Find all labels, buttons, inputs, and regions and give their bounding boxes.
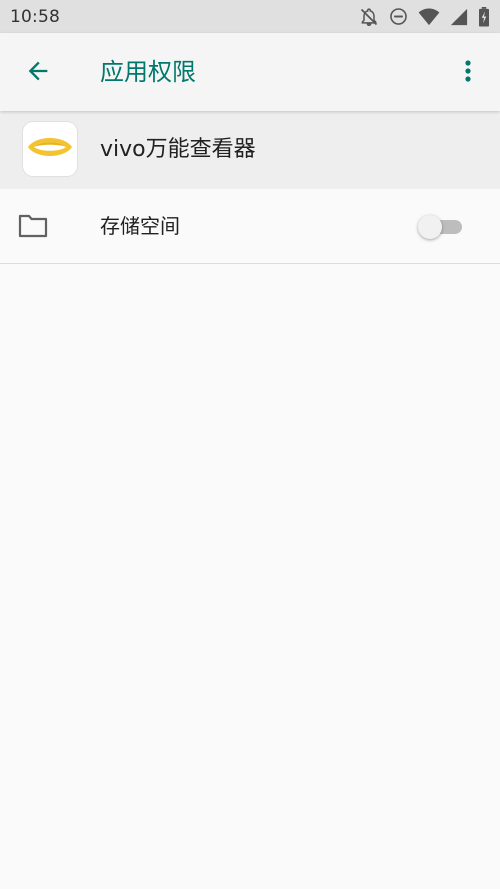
app-header: vivo万能查看器: [0, 111, 500, 189]
permission-row-storage[interactable]: 存储空间: [0, 189, 500, 264]
battery-charging-icon: [478, 6, 490, 27]
app-bar: 应用权限: [0, 33, 500, 111]
notifications-off-icon: [359, 7, 379, 27]
wifi-icon: [418, 7, 440, 26]
do-not-disturb-icon: [389, 7, 408, 26]
folder-icon: [18, 213, 48, 239]
page-title: 应用权限: [100, 58, 196, 86]
status-icons: [359, 6, 490, 27]
back-button[interactable]: [18, 53, 58, 93]
more-options-button[interactable]: [452, 53, 484, 93]
storage-permission-toggle[interactable]: [418, 215, 464, 239]
eye-logo-icon: [27, 132, 73, 166]
status-time: 10:58: [10, 6, 60, 27]
app-name: vivo万能查看器: [100, 137, 256, 162]
arrow-back-icon: [24, 57, 52, 89]
permission-label: 存储空间: [100, 214, 180, 238]
signal-icon: [450, 8, 468, 26]
toggle-thumb: [418, 215, 442, 239]
status-bar: 10:58: [0, 0, 500, 33]
app-icon: [23, 122, 77, 176]
more-vert-icon: [464, 59, 472, 87]
